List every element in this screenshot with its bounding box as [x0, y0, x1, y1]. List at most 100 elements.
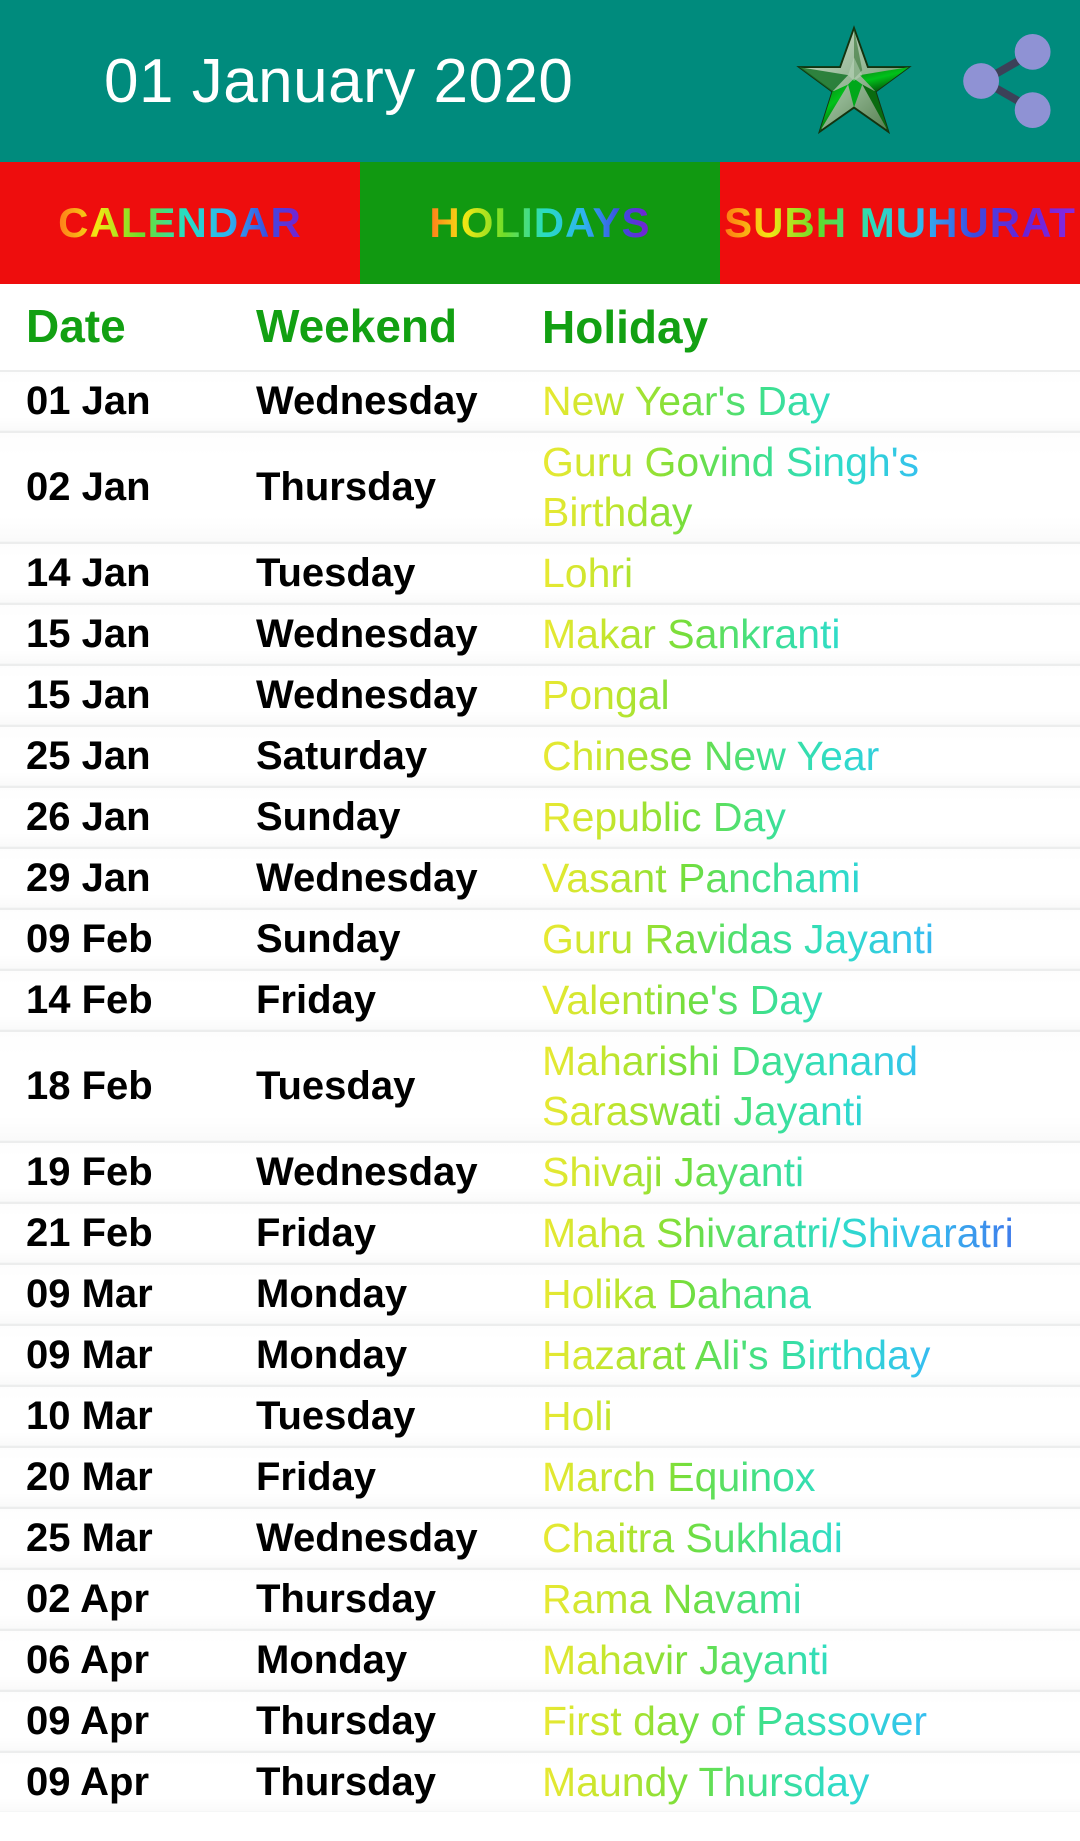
cell-date: 26 Jan — [26, 794, 151, 839]
cell-holiday: Holi — [542, 1391, 1080, 1441]
cell-weekend: Friday — [256, 977, 377, 1022]
cell-date: 02 Jan — [26, 464, 151, 509]
column-header-holiday: Holiday — [542, 301, 709, 353]
table-row[interactable]: 14 Feb Friday Valentine's Day — [0, 969, 1080, 1031]
cell-date: 15 Jan — [26, 672, 151, 717]
cell-weekend: Friday — [256, 1454, 377, 1499]
cell-holiday: Valentine's Day — [542, 975, 1080, 1025]
cell-holiday: Maundy Thursday — [542, 1757, 1080, 1807]
page-title: 01 January 2020 — [104, 46, 574, 116]
cell-date: 21 Feb — [26, 1210, 153, 1255]
table-row[interactable]: 06 Apr Monday Mahavir Jayanti — [0, 1629, 1080, 1691]
table-header-row: Date Weekend Holiday — [0, 284, 1080, 370]
cell-weekend: Tuesday — [256, 1393, 416, 1438]
cell-date: 10 Mar — [26, 1393, 153, 1438]
cell-weekend: Sunday — [256, 916, 401, 961]
tab-calendar[interactable]: CALENDAR — [0, 162, 360, 284]
cell-date: 06 Apr — [26, 1637, 150, 1682]
cell-holiday: March Equinox — [542, 1452, 1080, 1502]
cell-holiday: Republic Day — [542, 792, 1080, 842]
table-row[interactable]: 01 Jan Wednesday New Year's Day — [0, 370, 1080, 432]
cell-date: 09 Apr — [26, 1698, 150, 1743]
star-icon — [795, 22, 913, 140]
cell-holiday: Guru Govind Singh's Birthday — [542, 437, 1080, 537]
tab-holidays[interactable]: HOLIDAYS — [360, 162, 720, 284]
header-actions — [790, 0, 1072, 162]
cell-date: 09 Mar — [26, 1332, 153, 1377]
table-body: 01 Jan Wednesday New Year's Day 02 Jan Thurs… — [0, 370, 1080, 1813]
cell-holiday: First day of Passover — [542, 1696, 1080, 1746]
holidays-table: Date Weekend Holiday 01 Jan Wednesday New … — [0, 284, 1080, 1813]
cell-holiday: Holika Dahana — [542, 1269, 1080, 1319]
column-header-date: Date — [26, 300, 126, 353]
table-row[interactable]: 21 Feb Friday Maha Shivaratri/Shivaratri — [0, 1202, 1080, 1264]
star-button[interactable] — [790, 17, 918, 145]
cell-date: 25 Mar — [26, 1515, 153, 1560]
tab-subh-muhurat[interactable]: SUBH MUHURAT — [720, 162, 1080, 284]
tab-bar: CALENDAR HOLIDAYS SUBH MUHURAT — [0, 162, 1080, 284]
cell-weekend: Wednesday — [256, 1515, 478, 1560]
cell-holiday: Rama Navami — [542, 1574, 1080, 1624]
table-row[interactable]: 26 Jan Sunday Republic Day — [0, 786, 1080, 848]
cell-weekend: Wednesday — [256, 611, 478, 656]
table-row[interactable]: 15 Jan Wednesday Pongal — [0, 664, 1080, 726]
share-button[interactable] — [944, 17, 1072, 145]
tab-calendar-label: CALENDAR — [58, 199, 302, 246]
table-row[interactable]: 25 Mar Wednesday Chaitra Sukhladi — [0, 1507, 1080, 1569]
table-row[interactable]: 29 Jan Wednesday Vasant Panchami — [0, 847, 1080, 909]
cell-date: 09 Feb — [26, 916, 153, 961]
cell-date: 20 Mar — [26, 1454, 153, 1499]
cell-date: 15 Jan — [26, 611, 151, 656]
cell-weekend: Wednesday — [256, 855, 478, 900]
cell-holiday: Chaitra Sukhladi — [542, 1513, 1080, 1563]
table-row[interactable]: 14 Jan Tuesday Lohri — [0, 542, 1080, 604]
table-row[interactable]: 18 Feb Tuesday Maharishi Dayanand Saraswat… — [0, 1030, 1080, 1142]
cell-weekend: Monday — [256, 1271, 408, 1316]
table-row[interactable]: 02 Apr Thursday Rama Navami — [0, 1568, 1080, 1630]
cell-holiday: Guru Ravidas Jayanti — [542, 914, 1080, 964]
table-row[interactable]: 15 Jan Wednesday Makar Sankranti — [0, 603, 1080, 665]
share-icon — [952, 25, 1064, 137]
cell-weekend: Sunday — [256, 794, 401, 839]
cell-date: 01 Jan — [26, 378, 151, 423]
table-row[interactable]: 09 Mar Monday Hazarat Ali's Birthday — [0, 1324, 1080, 1386]
cell-weekend: Wednesday — [256, 1149, 478, 1194]
cell-weekend: Wednesday — [256, 672, 478, 717]
cell-weekend: Monday — [256, 1637, 408, 1682]
tab-holidays-label: HOLIDAYS — [429, 199, 651, 246]
cell-weekend: Thursday — [256, 1576, 437, 1621]
table-row[interactable]: 25 Jan Saturday Chinese New Year — [0, 725, 1080, 787]
cell-holiday: Mahavir Jayanti — [542, 1635, 1080, 1685]
table-row[interactable]: 09 Apr Thursday First day of Passover — [0, 1690, 1080, 1752]
table-row[interactable]: 02 Jan Thursday Guru Govind Singh's Birthd… — [0, 431, 1080, 543]
cell-holiday: Hazarat Ali's Birthday — [542, 1330, 1080, 1380]
cell-date: 18 Feb — [26, 1063, 153, 1108]
cell-date: 09 Mar — [26, 1271, 153, 1316]
cell-holiday: New Year's Day — [542, 376, 1080, 426]
cell-date: 14 Feb — [26, 977, 153, 1022]
cell-weekend: Thursday — [256, 464, 437, 509]
column-header-weekend: Weekend — [256, 300, 458, 353]
cell-holiday: Maharishi Dayanand Saraswati Jayanti — [542, 1036, 1080, 1136]
tab-subh-muhurat-label: SUBH MUHURAT — [720, 199, 1080, 247]
table-row[interactable]: 20 Mar Friday March Equinox — [0, 1446, 1080, 1508]
app-header: 01 January 2020 — [0, 0, 1080, 162]
cell-holiday: Makar Sankranti — [542, 609, 1080, 659]
cell-holiday: Pongal — [542, 670, 1080, 720]
table-row[interactable]: 09 Apr Thursday Maundy Thursday — [0, 1751, 1080, 1813]
cell-date: 19 Feb — [26, 1149, 153, 1194]
cell-date: 14 Jan — [26, 550, 151, 595]
cell-weekend: Thursday — [256, 1698, 437, 1743]
cell-holiday: Vasant Panchami — [542, 853, 1080, 903]
cell-weekend: Friday — [256, 1210, 377, 1255]
table-row[interactable]: 10 Mar Tuesday Holi — [0, 1385, 1080, 1447]
cell-date: 09 Apr — [26, 1759, 150, 1804]
cell-holiday: Chinese New Year — [542, 731, 1080, 781]
table-row[interactable]: 19 Feb Wednesday Shivaji Jayanti — [0, 1141, 1080, 1203]
cell-weekend: Saturday — [256, 733, 428, 778]
table-row[interactable]: 09 Feb Sunday Guru Ravidas Jayanti — [0, 908, 1080, 970]
cell-weekend: Thursday — [256, 1759, 437, 1804]
cell-weekend: Wednesday — [256, 378, 478, 423]
table-row[interactable]: 09 Mar Monday Holika Dahana — [0, 1263, 1080, 1325]
cell-holiday: Maha Shivaratri/Shivaratri — [542, 1208, 1080, 1258]
